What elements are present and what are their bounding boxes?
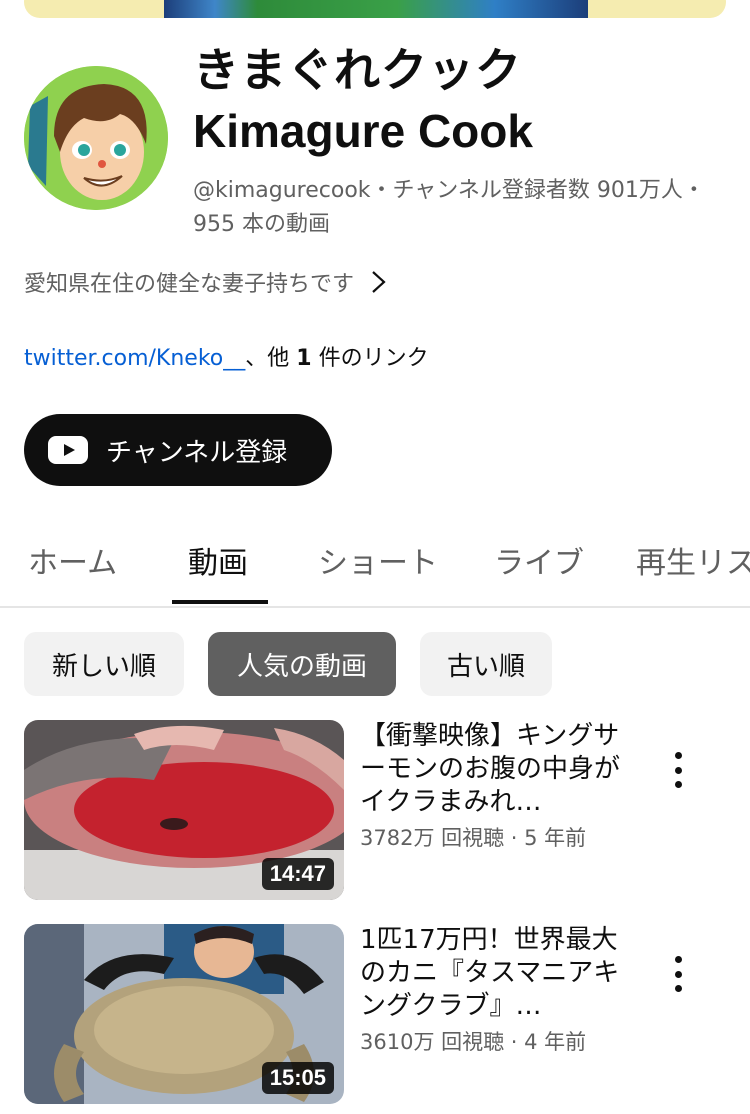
channel-links: twitter.com/Kneko__、他 1 件のリンク [24, 340, 429, 372]
video-title[interactable]: 1匹17万円！世界最大のカニ『タスマニアキングクラブ』… [360, 924, 630, 1023]
active-tab-indicator [172, 600, 268, 604]
more-links-suffix: 件のリンク [311, 346, 429, 371]
channel-meta: @kimagurecook・チャンネル登録者数 901万人・955 本の動画 [193, 178, 705, 237]
chip-oldest[interactable]: 古い順 [420, 632, 552, 696]
channel-title-en: Kimagure Cook [193, 105, 533, 157]
description-text: 愛知県在住の健全な妻子持ちです [24, 272, 355, 297]
video-duration: 14:47 [261, 858, 334, 890]
more-links-count: 1 [296, 346, 312, 371]
subscribe-button[interactable]: チャンネル登録 [24, 414, 332, 486]
chip-popular[interactable]: 人気の動画 [208, 632, 396, 696]
tab-live[interactable]: ライブ [494, 538, 584, 582]
channel-tabs: ホーム 動画 ショート ライブ 再生リスト [0, 520, 750, 608]
twitter-link[interactable]: twitter.com/Kneko__ [24, 346, 245, 371]
more-links-text[interactable]: 、他 1 件のリンク [245, 346, 428, 371]
more-vertical-icon[interactable] [660, 750, 696, 790]
video-item[interactable]: 15:05 1匹17万円！世界最大のカニ『タスマニアキングクラブ』… 3610万… [24, 924, 726, 1104]
video-duration: 15:05 [261, 1062, 334, 1094]
subscribe-label: チャンネル登録 [106, 437, 288, 468]
video-title[interactable]: 【衝撃映像】キングサーモンのお腹の中身がイクラまみれ… [360, 720, 630, 819]
more-vertical-icon[interactable] [660, 954, 696, 994]
tab-videos[interactable]: 動画 [188, 538, 248, 582]
channel-title: きまぐれクック [193, 43, 522, 97]
tab-shorts[interactable]: ショート [318, 538, 438, 582]
video-item[interactable]: 14:47 【衝撃映像】キングサーモンのお腹の中身がイクラまみれ… 3782万 … [24, 720, 726, 900]
video-thumbnail[interactable]: 15:05 [24, 924, 344, 1104]
channel-description[interactable]: 愛知県在住の健全な妻子持ちです [24, 266, 388, 298]
chevron-right-icon [372, 271, 386, 293]
avatar-illustration [24, 66, 168, 210]
banner-image [164, 0, 588, 18]
more-links-prefix: 、他 [245, 346, 297, 371]
tab-home[interactable]: ホーム [28, 538, 117, 582]
youtube-play-icon [48, 436, 88, 464]
video-meta: 3782万 回視聴 · 5 年前 [360, 826, 587, 850]
channel-banner [24, 0, 726, 18]
tab-playlists[interactable]: 再生リスト [636, 538, 750, 582]
video-thumbnail[interactable]: 14:47 [24, 720, 344, 900]
chip-newest[interactable]: 新しい順 [24, 632, 184, 696]
channel-avatar[interactable] [24, 66, 168, 210]
video-meta: 3610万 回視聴 · 4 年前 [360, 1030, 587, 1054]
